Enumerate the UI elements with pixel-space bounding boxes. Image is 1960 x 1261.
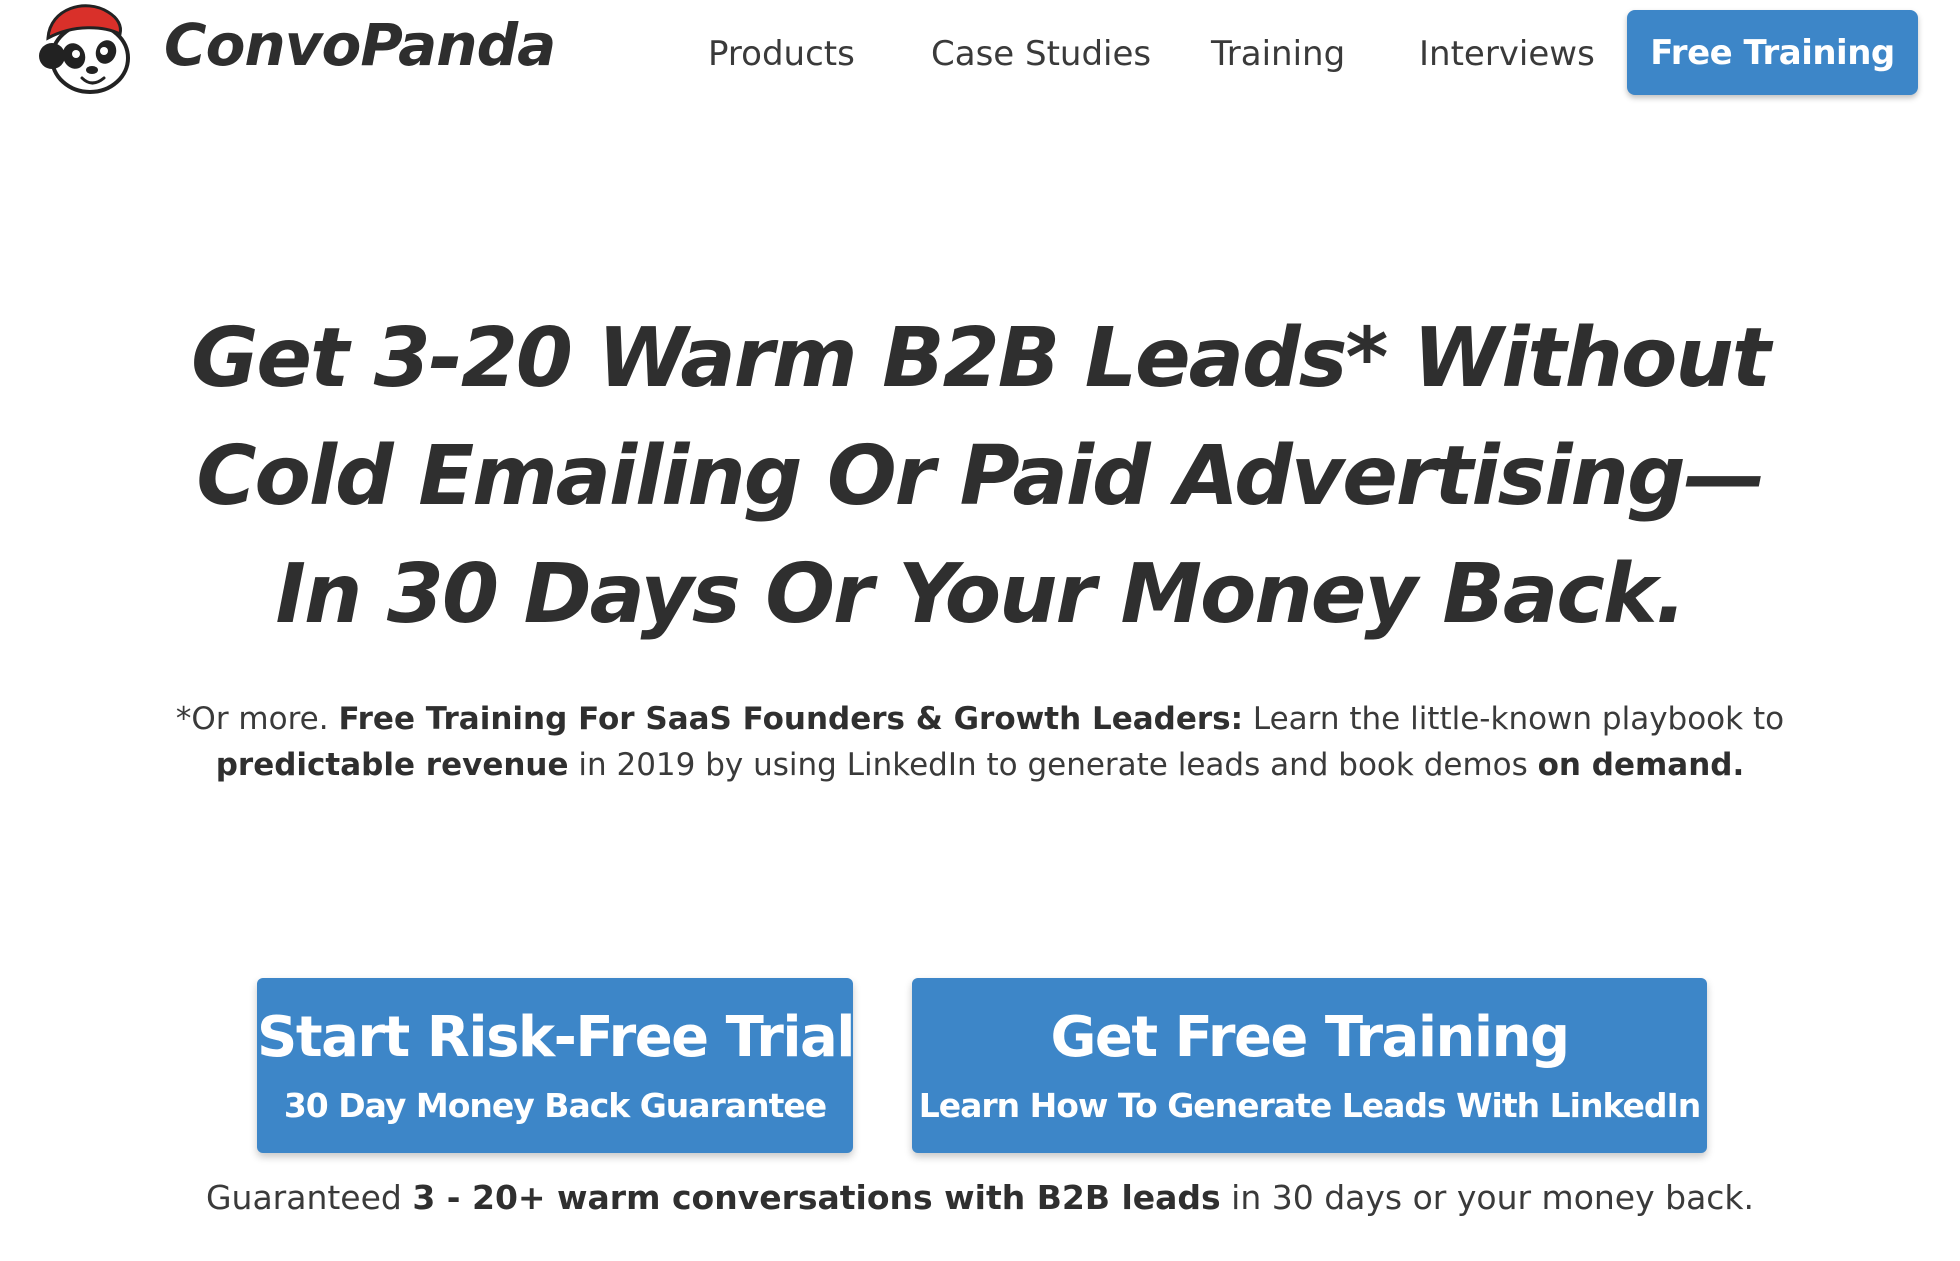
- nav-free-training-button[interactable]: Free Training: [1627, 10, 1918, 95]
- subtext-on-demand: on demand.: [1537, 747, 1745, 783]
- guarantee-outro: in 30 days or your money back.: [1220, 1178, 1755, 1217]
- guarantee-intro: Guaranteed: [205, 1178, 413, 1217]
- guarantee-text: Guaranteed 3 - 20+ warm conversations wi…: [0, 1175, 1960, 1221]
- brand[interactable]: ConvoPanda: [34, 0, 556, 100]
- trial-button-subtitle: 30 Day Money Back Guarantee: [283, 1086, 827, 1125]
- trial-button-title: Start Risk-Free Trial: [257, 1005, 856, 1070]
- guarantee-highlight: 3 - 20+ warm conversations with B2B lead…: [412, 1178, 1221, 1217]
- nav-item-training[interactable]: Training: [1211, 28, 1345, 80]
- headline-line-1: Get 3-20 Warm B2B Leads* Without: [191, 311, 1771, 406]
- nav-item-interviews[interactable]: Interviews: [1419, 28, 1595, 80]
- get-free-training-button[interactable]: Get Free Training Learn How To Generate …: [912, 978, 1707, 1153]
- hero-headline: Get 3-20 Warm B2B Leads* Without Cold Em…: [180, 300, 1780, 654]
- nav-item-products[interactable]: Products: [708, 28, 855, 80]
- subtext-line-1: *Or more. Free Training For SaaS Founder…: [160, 696, 1800, 742]
- brand-name[interactable]: ConvoPanda: [164, 16, 556, 74]
- site-header: ConvoPanda Products Case Studies Trainin…: [0, 0, 1960, 110]
- subtext-linkedin: in 2019 by using LinkedIn to generate le…: [568, 747, 1538, 783]
- training-button-subtitle: Learn How To Generate Leads With LinkedI…: [918, 1086, 1702, 1125]
- subtext-line-2: predictable revenue in 2019 by using Lin…: [160, 742, 1800, 788]
- subtext-audience: Free Training For SaaS Founders & Growth…: [338, 701, 1243, 737]
- hero-subtext: *Or more. Free Training For SaaS Founder…: [160, 696, 1800, 788]
- headline-line-2: Cold Emailing Or Paid Advertising—: [196, 429, 1765, 524]
- subtext-predictable-revenue: predictable revenue: [215, 747, 569, 783]
- subtext-playbook: Learn the little-known playbook to: [1243, 701, 1785, 737]
- nav-item-case-studies[interactable]: Case Studies: [931, 28, 1151, 80]
- start-risk-free-trial-button[interactable]: Start Risk-Free Trial 30 Day Money Back …: [257, 978, 856, 1153]
- subtext-intro: *Or more.: [175, 701, 339, 737]
- panda-logo-icon[interactable]: [34, 0, 138, 100]
- training-button-title: Get Free Training: [1050, 1005, 1570, 1070]
- headline-line-3: In 30 Days Or Your Money Back.: [275, 547, 1686, 642]
